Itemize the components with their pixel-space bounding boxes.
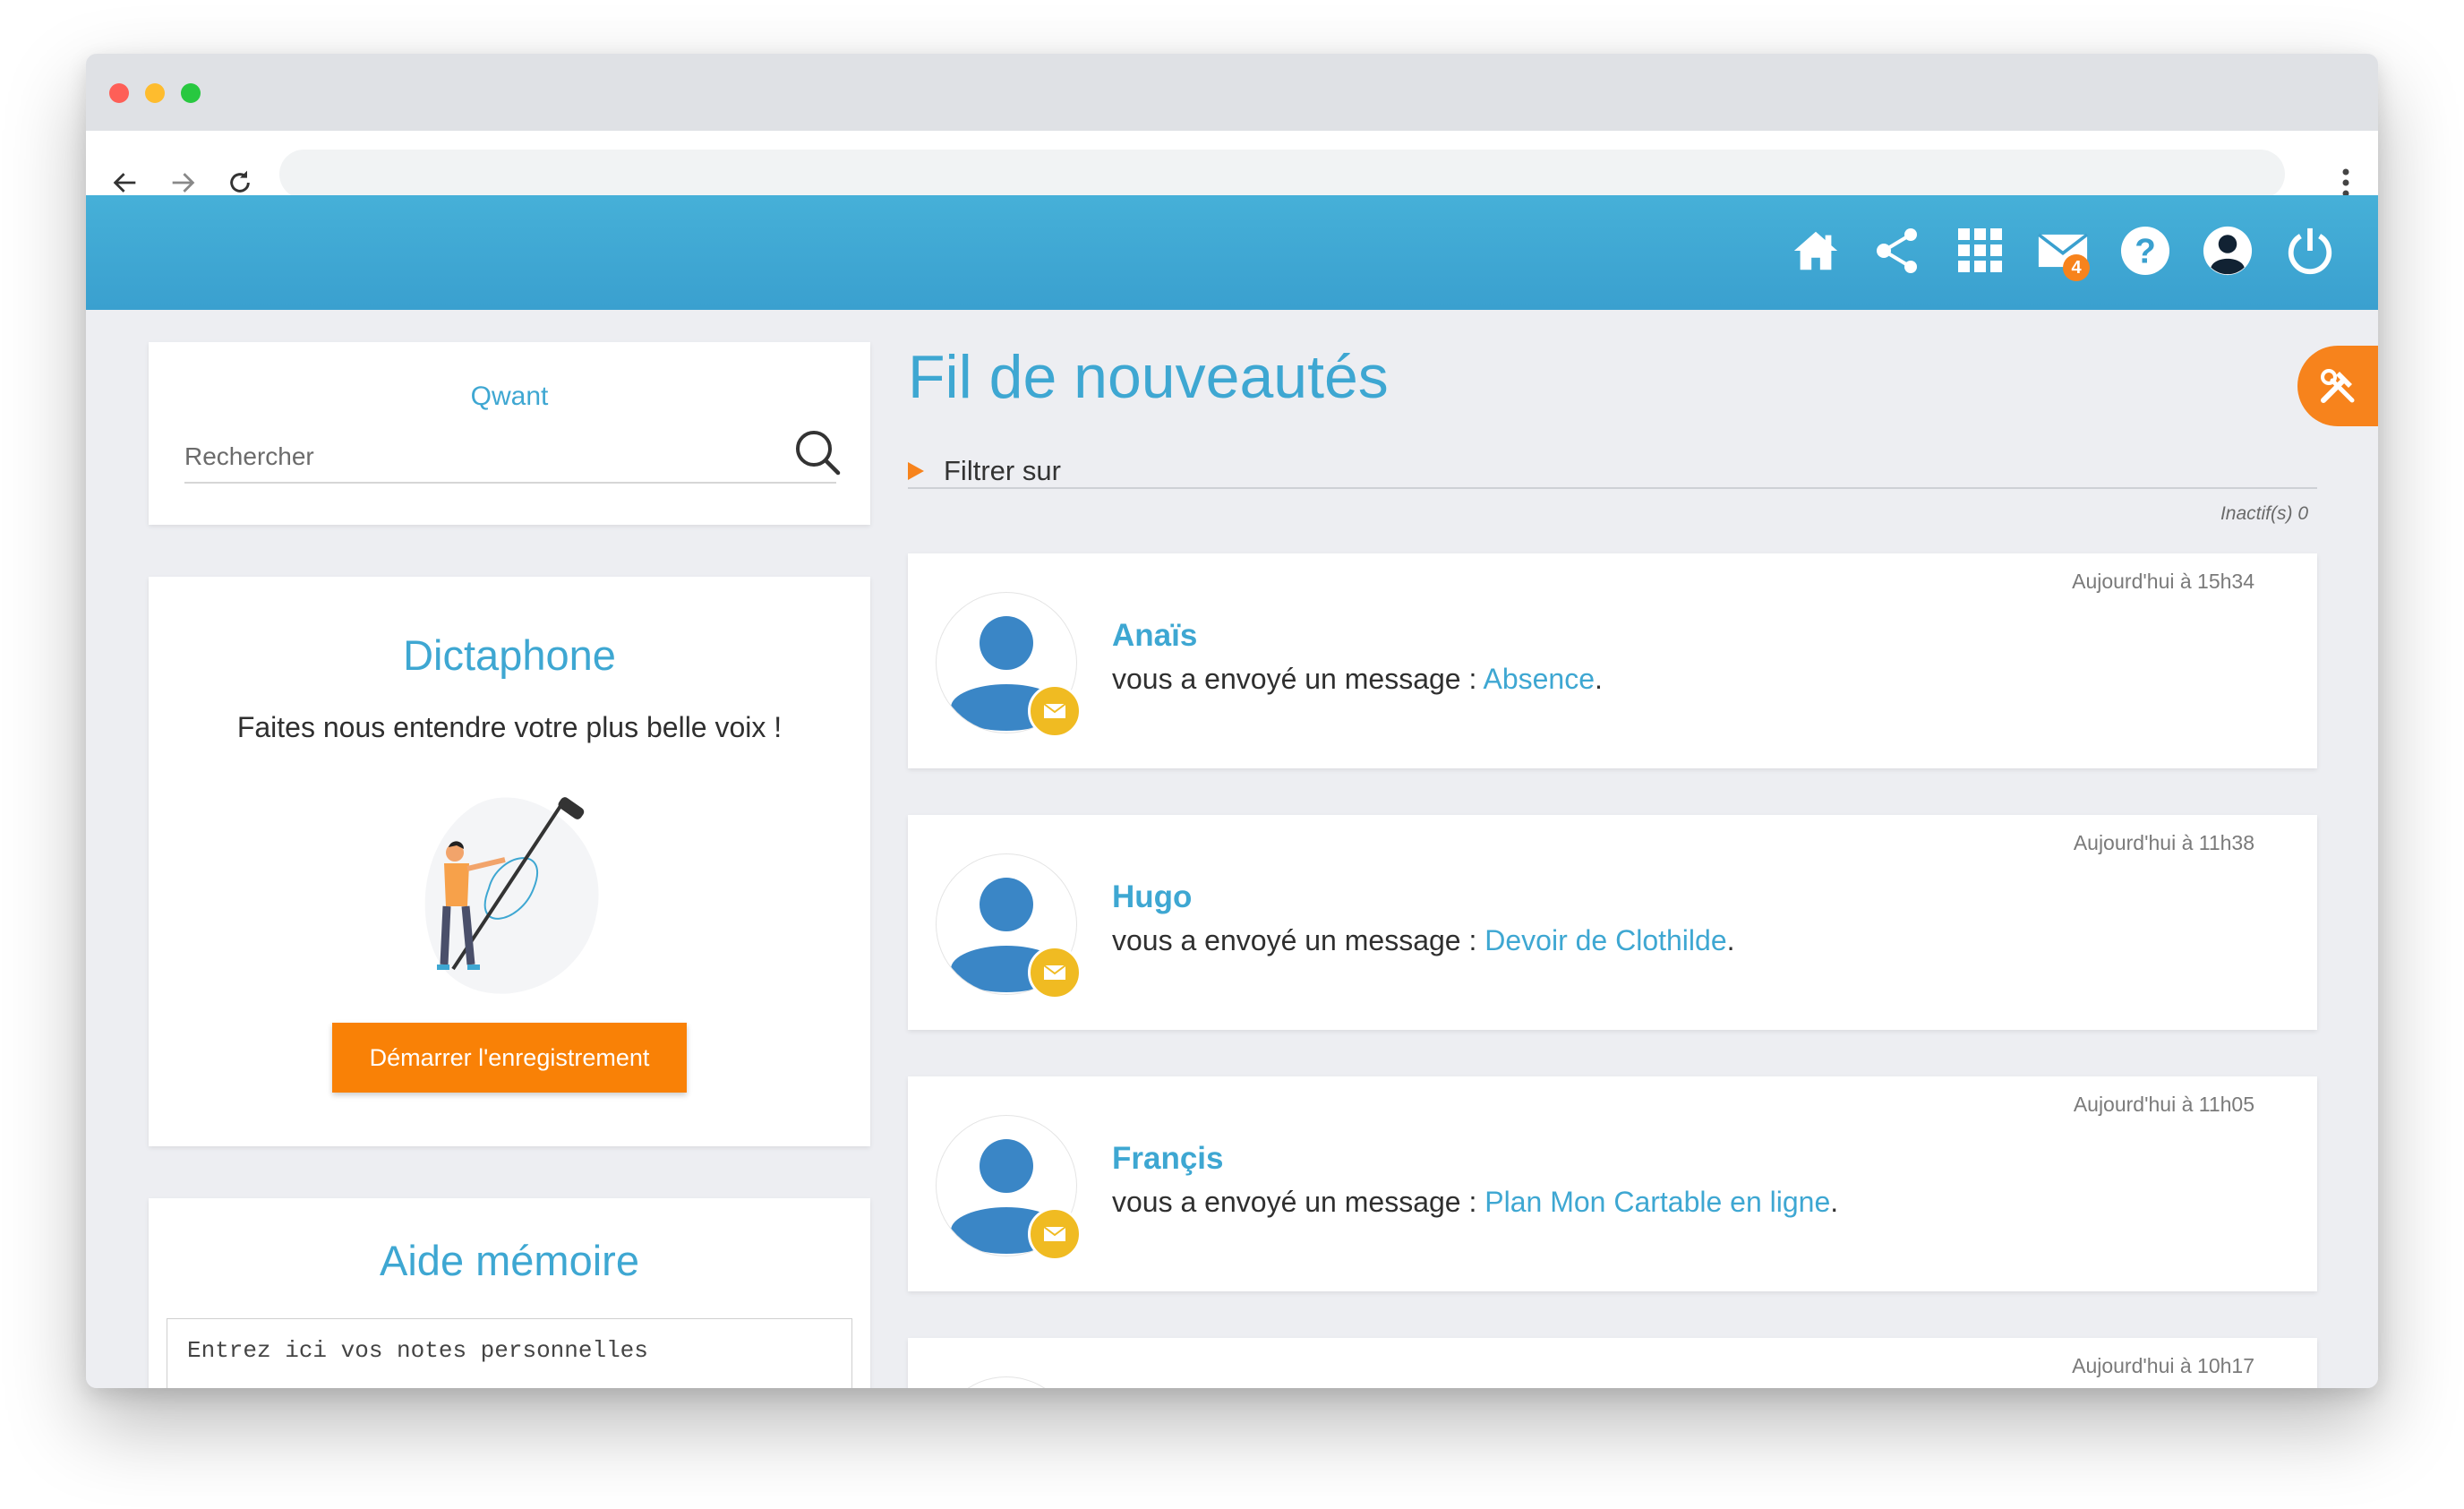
- dictaphone-title: Dictaphone: [403, 631, 616, 679]
- browser-window: 4 ? Qwant Dictaphone Faites nou: [86, 54, 2378, 1388]
- feed-item-link[interactable]: Devoir de Clothilde: [1484, 924, 1726, 956]
- feed-item-suffix: .: [1830, 1186, 1839, 1218]
- header-icons: 4 ?: [1791, 226, 2335, 281]
- power-icon[interactable]: [2285, 226, 2335, 276]
- feed-item[interactable]: Aujourd'hui à 15h34 Anaïs vous a envoyé …: [908, 553, 2317, 768]
- feed-item-text: vous a envoyé un message : Absence.: [1112, 663, 1603, 696]
- message-envelope-icon: [1028, 1207, 1082, 1261]
- feed-item-action: vous a envoyé un message :: [1112, 1186, 1485, 1218]
- maximize-window-button[interactable]: [181, 83, 201, 103]
- caret-right-icon: [908, 462, 924, 480]
- feed-item-time: Aujourd'hui à 11h38: [2073, 831, 2254, 854]
- memo-title: Aide mémoire: [380, 1237, 639, 1284]
- feed-item[interactable]: Aujourd'hui à 11h38 Hugo vous a envoyé u…: [908, 815, 2317, 1030]
- share-icon[interactable]: [1873, 226, 1923, 276]
- feed-item-link[interactable]: Plan Mon Cartable en ligne: [1484, 1186, 1830, 1218]
- tools-hammer-wrench-icon[interactable]: [2297, 346, 2378, 426]
- message-envelope-icon: [1028, 946, 1082, 999]
- message-envelope-icon: [1028, 684, 1082, 738]
- memo-notes-field[interactable]: [167, 1318, 852, 1388]
- close-window-button[interactable]: [109, 83, 129, 103]
- feed-item-suffix: .: [1595, 663, 1603, 695]
- apps-grid-icon[interactable]: [1955, 226, 2006, 276]
- search-widget-title: Qwant: [470, 382, 549, 411]
- avatar: [937, 1377, 1076, 1388]
- feed-item-time: Aujourd'hui à 15h34: [2072, 570, 2254, 593]
- search-input[interactable]: [184, 435, 793, 478]
- search-widget: Qwant: [149, 342, 870, 525]
- feed-title: Fil de nouveautés: [908, 343, 1389, 411]
- home-icon[interactable]: [1791, 226, 1841, 276]
- feed-item-sender[interactable]: Françis: [1112, 1141, 1224, 1177]
- main-content: Qwant Dictaphone Faites nous entendre vo…: [86, 310, 2378, 1388]
- start-recording-button[interactable]: Démarrer l'enregistrement: [332, 1023, 687, 1093]
- dictaphone-widget: Dictaphone Faites nous entendre votre pl…: [149, 577, 870, 1146]
- feed-item-action: vous a envoyé un message :: [1112, 663, 1484, 695]
- search-underline: [184, 482, 836, 484]
- microphone-illustration: [417, 781, 614, 1005]
- feed-item-suffix: .: [1726, 924, 1735, 956]
- app-header: 4 ?: [86, 195, 2378, 310]
- help-icon[interactable]: ?: [2120, 226, 2170, 276]
- mail-icon[interactable]: 4: [2038, 226, 2090, 281]
- inactive-count: Inactif(s) 0: [2220, 503, 2308, 524]
- memo-widget: Aide mémoire: [149, 1198, 870, 1388]
- feed-item-action: vous a envoyé un message :: [1112, 924, 1485, 956]
- feed-item[interactable]: Aujourd'hui à 11h05 Françis vous a envoy…: [908, 1076, 2317, 1291]
- mail-count-badge: 4: [2063, 254, 2090, 281]
- feed-item-time: Aujourd'hui à 11h05: [2073, 1093, 2254, 1116]
- svg-text:?: ?: [2135, 233, 2156, 271]
- feed-item-time: Aujourd'hui à 10h17: [2072, 1354, 2254, 1377]
- feed-item-sender[interactable]: Anaïs: [1112, 618, 1197, 654]
- feed-filter-label: Filtrer sur: [944, 455, 1061, 486]
- feed-item-sender[interactable]: Hugo: [1112, 879, 1192, 915]
- search-icon[interactable]: [793, 428, 843, 478]
- window-titlebar: [86, 54, 2378, 131]
- feed-filter-toggle[interactable]: Filtrer sur: [908, 453, 2317, 489]
- feed-item-link[interactable]: Absence: [1483, 663, 1595, 695]
- feed-item-text: vous a envoyé un message : Plan Mon Cart…: [1112, 1186, 1838, 1219]
- feed-item-text: vous a envoyé un message : Devoir de Clo…: [1112, 924, 1735, 957]
- feed-item[interactable]: Aujourd'hui à 10h17: [908, 1338, 2317, 1388]
- user-account-icon[interactable]: [2203, 226, 2253, 276]
- dictaphone-subtitle: Faites nous entendre votre plus belle vo…: [236, 711, 783, 743]
- minimize-window-button[interactable]: [145, 83, 165, 103]
- address-bar[interactable]: [279, 150, 2285, 199]
